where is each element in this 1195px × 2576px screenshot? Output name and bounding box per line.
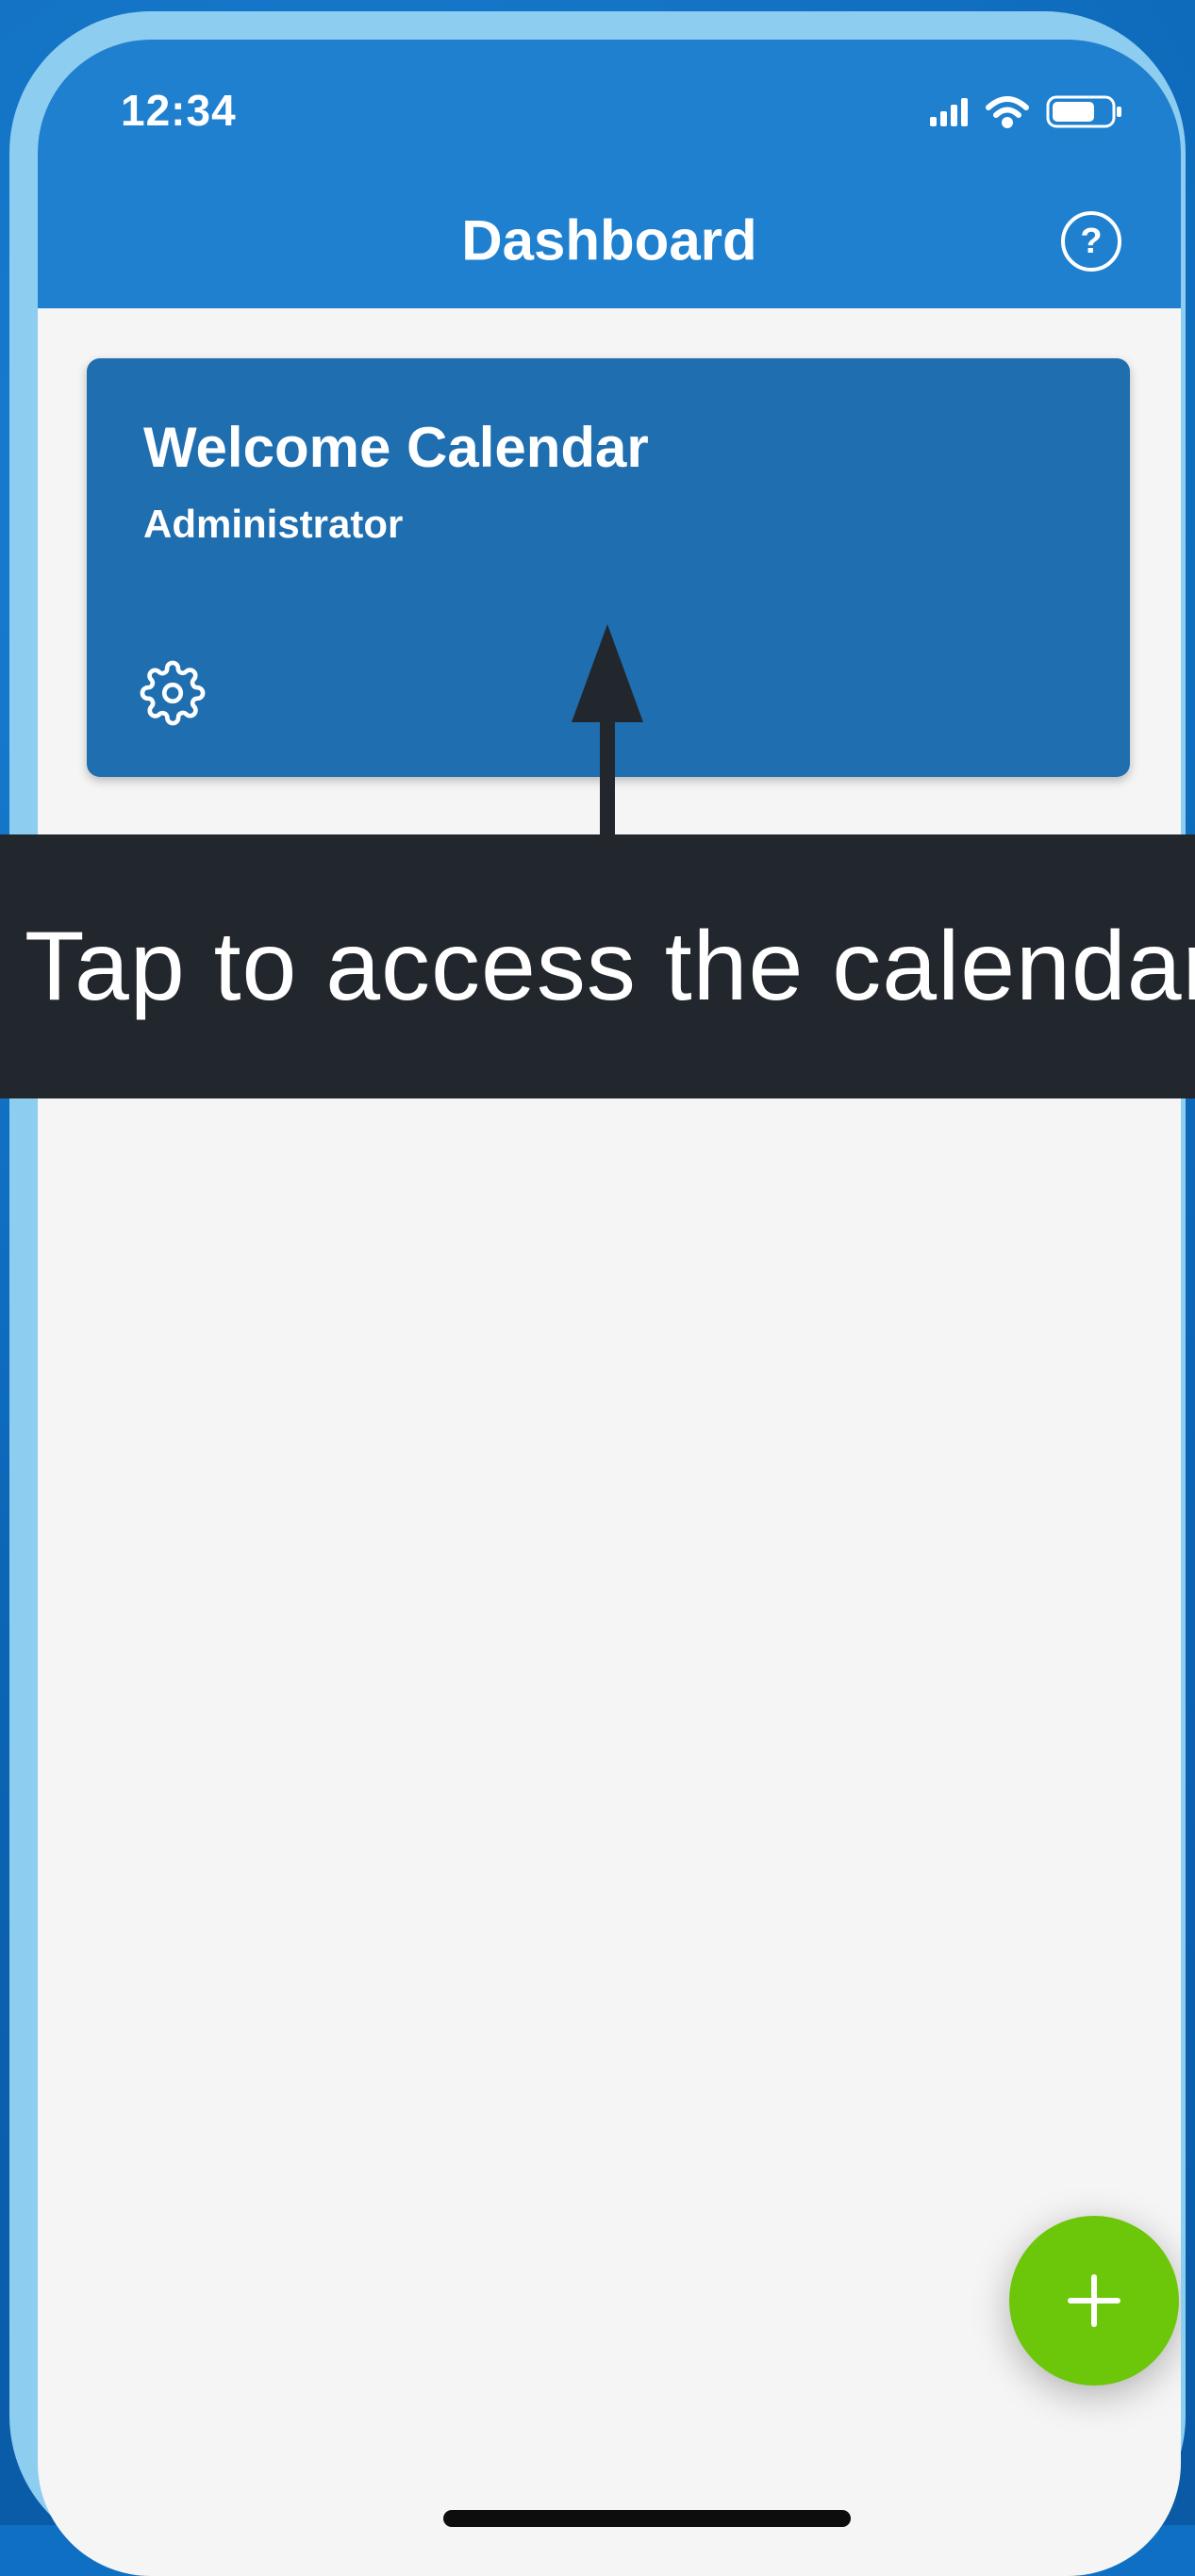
phone-screen: 12:34 Dashboard ? Welcome Calendar Admin… [38,40,1181,2576]
help-button[interactable]: ? [1061,211,1121,272]
page-title: Dashboard [461,208,757,272]
battery-icon [1046,95,1121,128]
callout-text: Tap to access the calendar [25,912,1195,1021]
gear-icon[interactable] [140,660,206,726]
calendar-title: Welcome Calendar [143,416,649,479]
wifi-icon [986,96,1029,128]
tooltip-callout: Tap to access the calendar [0,834,1195,1098]
calendar-role: Administrator [143,502,404,546]
status-time: 12:34 [121,86,237,135]
arrow-up-icon [572,624,643,836]
status-icons [930,95,1121,128]
home-indicator [443,2510,851,2527]
signal-icon [930,98,968,126]
add-button[interactable] [1009,2216,1179,2386]
plus-icon [1068,2274,1120,2327]
app-header: 12:34 Dashboard ? [38,40,1181,308]
question-icon: ? [1080,222,1103,261]
